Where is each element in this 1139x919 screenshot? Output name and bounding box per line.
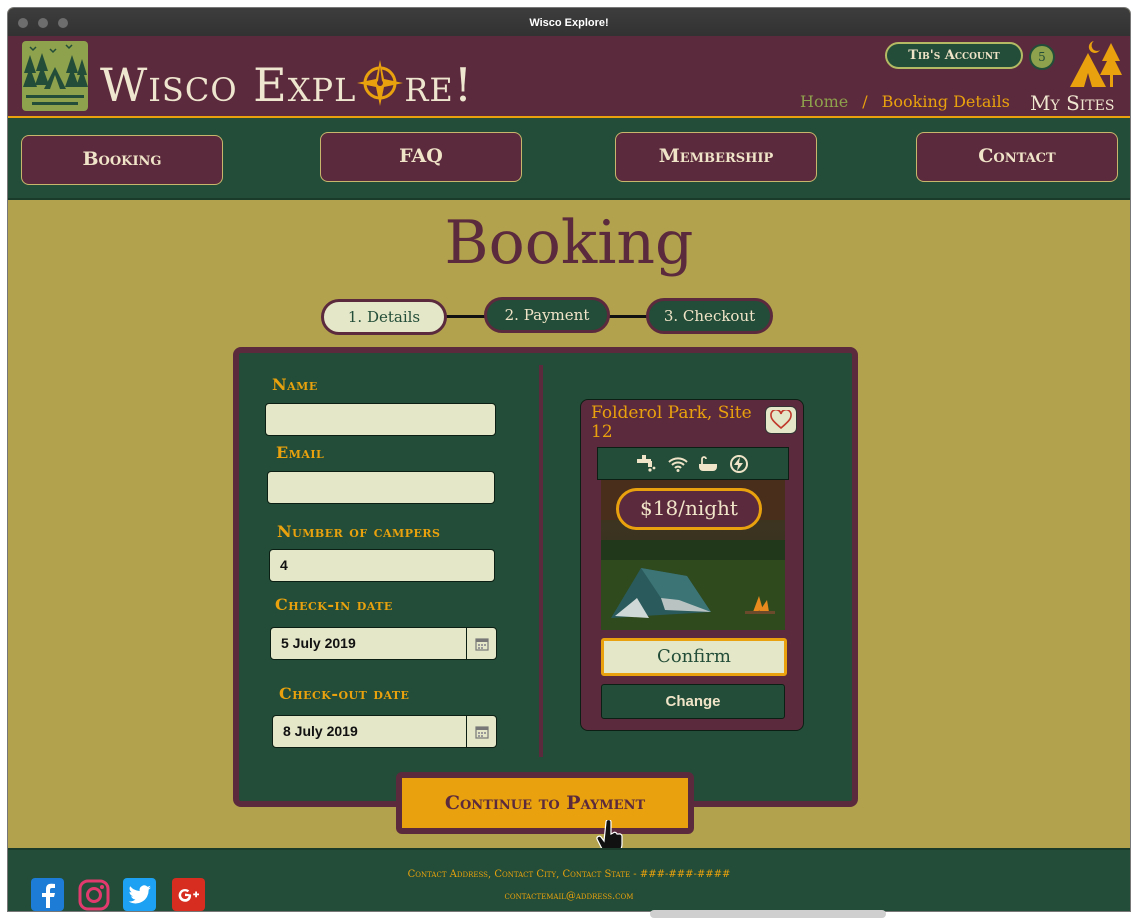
checkin-label: Check-in date	[275, 595, 393, 614]
water-icon	[637, 454, 656, 472]
forest-logo-icon[interactable]	[22, 41, 88, 111]
my-sites-count-badge[interactable]: 5	[1029, 44, 1055, 70]
account-button[interactable]: Tib's Account	[885, 42, 1023, 69]
campsite-name: Folderol Park, Site 12	[591, 403, 752, 442]
site-footer: Contact Address, Contact City, Contact S…	[8, 848, 1130, 911]
email-label: Email	[276, 443, 325, 462]
nav-faq-button[interactable]: FAQ	[320, 132, 522, 182]
heart-icon	[770, 410, 792, 430]
name-label: Name	[272, 375, 318, 394]
calendar-icon[interactable]	[466, 628, 496, 659]
campers-label: Number of campers	[277, 522, 441, 541]
horizontal-scrollbar[interactable]	[650, 910, 886, 918]
footer-email[interactable]: contactemail@address.com	[8, 891, 1130, 902]
site-header: Wisco Expl re! Tib's Account 5 Home / Book…	[8, 36, 1130, 118]
window-title: Wisco Explore!	[529, 17, 609, 29]
zoom-window-dot[interactable]	[58, 18, 68, 28]
campsite-card: Folderol Park, Site 12 $18/night Confirm…	[580, 399, 804, 731]
booking-form-card: Name Email Number of campers 4 Check-in …	[233, 347, 858, 807]
step-checkout[interactable]: 3. Checkout	[646, 298, 773, 334]
favorite-heart-button[interactable]	[765, 406, 797, 434]
price-badge: $18/night	[616, 488, 762, 530]
minimize-window-dot[interactable]	[38, 18, 48, 28]
email-input[interactable]	[267, 471, 495, 504]
wifi-icon	[668, 456, 688, 472]
checkin-date-input[interactable]: 5 July 2019	[270, 627, 497, 660]
continue-to-payment-button[interactable]: Continue to Payment	[396, 772, 694, 834]
brand-title[interactable]: Wisco Expl re!	[100, 58, 473, 112]
nav-membership-button[interactable]: Membership	[615, 132, 817, 182]
nav-booking-button[interactable]: Booking	[21, 135, 223, 185]
confirm-site-button[interactable]: Confirm	[601, 638, 787, 676]
footer-address: Contact Address, Contact City, Contact S…	[407, 869, 731, 880]
close-window-dot[interactable]	[18, 18, 28, 28]
form-divider	[539, 365, 543, 757]
step-payment[interactable]: 2. Payment	[484, 297, 610, 333]
compass-icon	[357, 60, 404, 106]
amenities-bar	[597, 447, 789, 480]
window-titlebar: Wisco Explore!	[8, 8, 1130, 36]
step-details[interactable]: 1. Details	[321, 299, 447, 335]
electric-icon	[730, 454, 748, 473]
checkin-date-value: 5 July 2019	[281, 635, 356, 651]
breadcrumb: Home / Booking Details	[800, 92, 1010, 111]
calendar-icon[interactable]	[466, 716, 496, 747]
checkout-date-value: 8 July 2019	[283, 723, 358, 739]
breadcrumb-separator: /	[862, 92, 868, 111]
my-sites-link[interactable]: My Sites	[1030, 91, 1114, 115]
breadcrumb-current: Booking Details	[881, 92, 1010, 111]
campers-input[interactable]: 4	[269, 549, 495, 582]
main-nav: Booking FAQ Membership Contact	[8, 118, 1130, 200]
checkout-date-input[interactable]: 8 July 2019	[272, 715, 497, 748]
bath-icon	[699, 455, 717, 471]
nav-contact-button[interactable]: Contact	[916, 132, 1118, 182]
page-title: Booking	[444, 208, 694, 278]
change-site-button[interactable]: Change	[601, 684, 785, 719]
name-input[interactable]	[265, 403, 496, 436]
breadcrumb-home-link[interactable]: Home	[800, 92, 848, 111]
checkout-label: Check-out date	[279, 684, 410, 703]
tent-icon[interactable]	[1066, 39, 1122, 89]
browser-window: Wisco Explore! Wisco Expl re! Tib's Acco…	[8, 8, 1130, 911]
